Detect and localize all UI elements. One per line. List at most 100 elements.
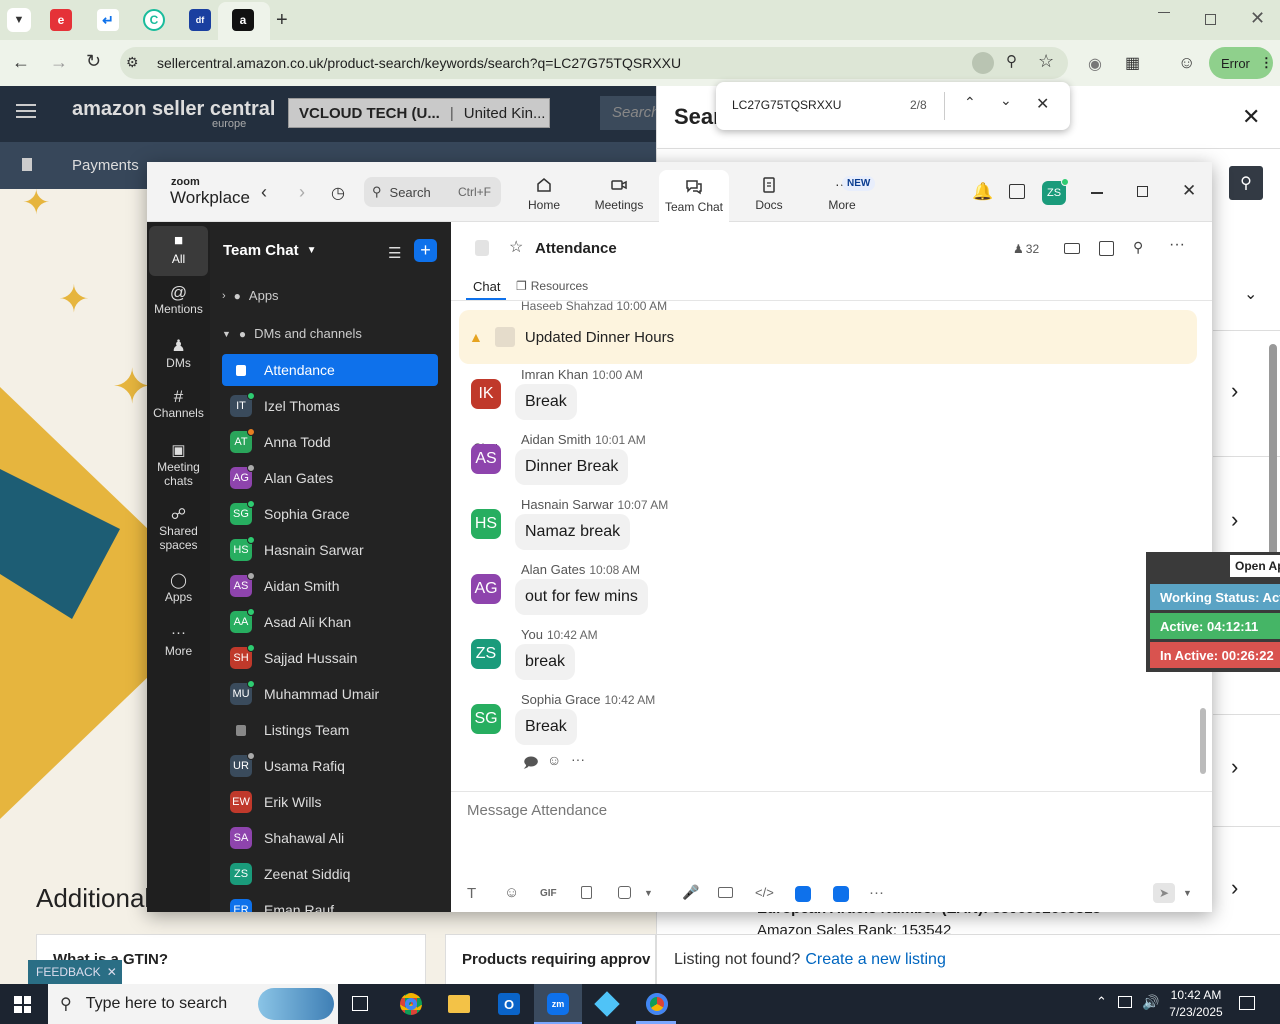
more-options-icon[interactable]: ···	[869, 884, 884, 901]
rail-item-apps[interactable]: ◯ Apps	[147, 573, 210, 604]
rail-item-meeting-chats[interactable]: ▣ Meeting chats	[147, 443, 210, 488]
channel-item[interactable]: SG Sophia Grace	[222, 498, 438, 530]
sender-name[interactable]: Aidan Smith	[521, 432, 591, 447]
list-title[interactable]: Team Chat ▼	[223, 242, 316, 259]
search-icon[interactable]: ⚲	[1133, 239, 1143, 256]
close-icon[interactable]: ✕	[1242, 104, 1260, 130]
sender-name[interactable]: You	[521, 627, 543, 642]
channel-item[interactable]: AS Aidan Smith	[222, 570, 438, 602]
zoom-close-button[interactable]: ✕	[1182, 181, 1196, 201]
chevron-right-icon[interactable]: ›	[1231, 754, 1238, 780]
avatar[interactable]: IK	[471, 379, 501, 409]
task-view-icon[interactable]	[352, 996, 368, 1011]
avatar[interactable]: AG	[471, 574, 501, 604]
rail-item-all-content[interactable]: ■ All	[147, 233, 210, 266]
sender-name[interactable]: Alan Gates	[521, 562, 585, 577]
user-avatar[interactable]: ZS	[1042, 178, 1069, 205]
nav-docs[interactable]: Docs	[734, 170, 804, 218]
nav-payments[interactable]: Payments	[72, 157, 139, 174]
history-icon[interactable]: ◷	[331, 183, 345, 203]
channel-item[interactable]: AA Asad Ali Khan	[222, 606, 438, 638]
find-previous-button[interactable]: ⌃	[964, 94, 976, 111]
tab-chat-link[interactable]: Chat	[473, 279, 500, 294]
nav-home[interactable]: Home	[509, 170, 579, 218]
video-call-icon[interactable]	[1064, 243, 1080, 254]
new-tab-button[interactable]: +	[276, 9, 288, 32]
reload-button[interactable]: ↻	[86, 51, 101, 72]
tab-ebay-icon[interactable]: e	[50, 9, 72, 31]
calendar-icon[interactable]	[1099, 241, 1114, 256]
restore-window-button[interactable]	[1205, 14, 1216, 25]
sender-name[interactable]: Sophia Grace	[521, 692, 601, 707]
notification-center-icon[interactable]	[1239, 996, 1255, 1010]
store-selector[interactable]: VCLOUD TECH (U... | United Kin...	[288, 98, 550, 128]
reply-icon[interactable]: 🗩	[523, 752, 539, 776]
calendar-icon[interactable]	[1009, 184, 1025, 199]
find-close-button[interactable]: ✕	[1036, 94, 1049, 114]
nav-meetings[interactable]: Meetings	[584, 170, 654, 218]
rail-item-dms[interactable]: ♟ DMs	[147, 339, 210, 371]
file-explorer-icon[interactable]	[448, 995, 470, 1013]
chevron-down-icon[interactable]: ▼	[1183, 888, 1192, 898]
pinned-message[interactable]: ▲ Updated Dinner Hours	[459, 310, 1197, 364]
channel-item[interactable]: AG Alan Gates	[222, 462, 438, 494]
chat-message[interactable]: HS Hasnain Sarwar 10:07 AM Namaz break	[471, 497, 1171, 557]
rail-item-channels[interactable]: # Channels	[147, 388, 210, 420]
zoom-taskbar-button[interactable]: zm	[534, 984, 582, 1024]
text-format-icon[interactable]: T	[467, 885, 476, 902]
rail-item-mentions[interactable]: @ Mentions	[147, 284, 210, 316]
emoji-reaction-icon[interactable]: ☺	[547, 752, 561, 768]
tab-app-icon[interactable]: ↵	[97, 9, 119, 31]
tab-df-icon[interactable]: df	[189, 9, 211, 31]
avatar[interactable]: ZS	[471, 639, 501, 669]
amazon-search-input[interactable]: Search	[600, 96, 656, 130]
new-chat-button[interactable]: +	[414, 239, 437, 262]
windows-start-icon[interactable]	[14, 996, 31, 1013]
translate-icon[interactable]: ◉	[1088, 54, 1102, 74]
search-submit-button[interactable]: ⚲	[1229, 166, 1263, 200]
chevron-down-icon[interactable]: ⌄	[1244, 284, 1257, 304]
app-shortcut-icon[interactable]	[795, 886, 811, 902]
hamburger-menu-icon[interactable]	[16, 104, 36, 118]
chat-message[interactable]: AS Aidan Smith 10:01 AM Dinner Break	[471, 432, 1171, 492]
tab-resources[interactable]: ❐ Resources	[516, 279, 588, 293]
network-icon[interactable]	[1118, 996, 1132, 1008]
channel-item[interactable]: ZS Zeenat Siddiq	[222, 858, 438, 890]
chevron-right-icon[interactable]: ›	[1231, 378, 1238, 404]
code-snippet-icon[interactable]: </>	[755, 885, 774, 900]
emoji-icon[interactable]: ☺	[504, 884, 519, 901]
feedback-tab[interactable]: FEEDBACK ✕	[28, 960, 122, 984]
channel-item[interactable]: SA Shahawal Ali	[222, 822, 438, 854]
screenshot-icon[interactable]	[618, 886, 631, 899]
back-arrow-icon[interactable]: ‹	[261, 182, 267, 203]
chat-message[interactable]: SG Sophia Grace 10:42 AM Break	[471, 692, 1171, 752]
minimize-window-button[interactable]	[1158, 12, 1170, 13]
apps-section[interactable]: › ● Apps	[222, 288, 279, 303]
outlook-icon[interactable]: O	[498, 993, 520, 1015]
channel-item[interactable]: IT Izel Thomas	[222, 390, 438, 422]
microphone-icon[interactable]: 🎤	[682, 884, 699, 901]
video-message-icon[interactable]	[718, 887, 733, 898]
close-window-button[interactable]: ✕	[1250, 8, 1265, 29]
find-input[interactable]: LC27G75TQSRXXU	[732, 98, 841, 112]
app-shortcut-icon[interactable]	[833, 886, 849, 902]
chevron-right-icon[interactable]: ›	[1231, 507, 1238, 533]
forward-arrow-icon[interactable]: ›	[299, 182, 305, 203]
find-next-button[interactable]: ⌄	[1000, 92, 1012, 109]
rail-item-more[interactable]: ··· More	[147, 625, 210, 658]
chat-scrollbar[interactable]	[1200, 708, 1206, 774]
tab-c-icon[interactable]: C	[143, 9, 165, 31]
zoom-maximize-button[interactable]	[1137, 186, 1148, 197]
close-icon[interactable]: ✕	[107, 965, 117, 979]
sender-name[interactable]: Imran Khan	[521, 367, 588, 382]
chat-message[interactable]: IK Imran Khan 10:00 AM Break	[471, 367, 1171, 427]
chat-message[interactable]: AG Alan Gates 10:08 AM out for few mins	[471, 562, 1171, 622]
channel-item[interactable]: EW Erik Wills	[222, 786, 438, 818]
channel-item[interactable]: UR Usama Rafiq	[222, 750, 438, 782]
filter-icon[interactable]: ☰	[388, 244, 401, 262]
url-text[interactable]: sellercentral.amazon.co.uk/product-searc…	[157, 55, 681, 71]
zoom-minimize-button[interactable]	[1091, 192, 1103, 194]
create-listing-link[interactable]: Create a new listing	[805, 951, 946, 969]
star-icon[interactable]: ☆	[509, 237, 523, 257]
channel-item[interactable]: HS Hasnain Sarwar	[222, 534, 438, 566]
